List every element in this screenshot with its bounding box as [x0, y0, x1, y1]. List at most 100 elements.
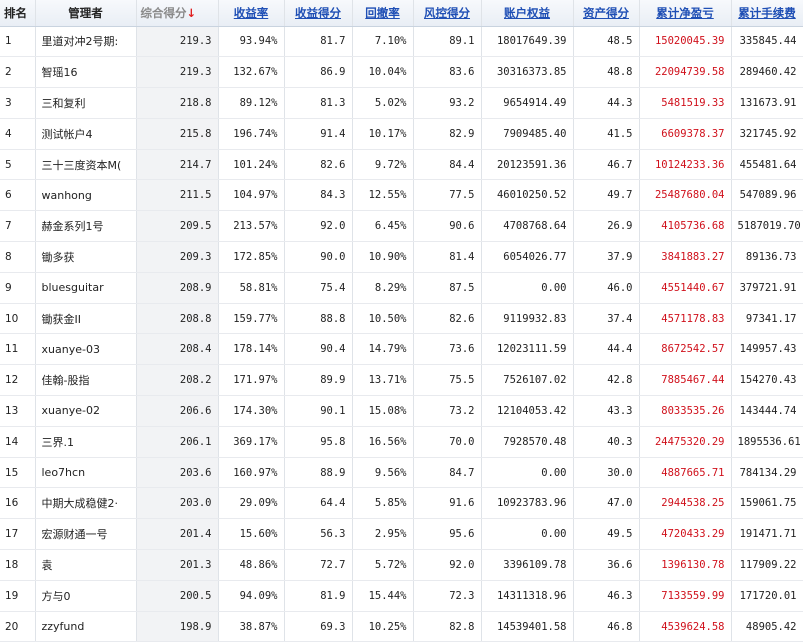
cell-manager[interactable]: 三界.1 — [35, 426, 137, 458]
cell-cum-fee: 379721.91 — [731, 272, 803, 304]
table-header: 排名 管理者 综合得分↓ 收益率 收益得分 回撤率 风控得分 账户权益 资产得分… — [0, 0, 803, 27]
cell-manager[interactable]: 佳翰-股指 — [35, 364, 137, 397]
cell-composite-score: 208.2 — [136, 364, 219, 397]
cell-manager[interactable]: 锄多获 — [35, 241, 137, 273]
cell-return-score: 82.6 — [284, 149, 353, 181]
cell-risk-score: 73.6 — [413, 333, 482, 366]
cell-account-equity: 6054026.77 — [481, 241, 574, 273]
cell-risk-score: 91.6 — [413, 487, 482, 520]
cell-return-score: 81.9 — [284, 580, 353, 612]
cell-rank: 17 — [0, 518, 36, 551]
cell-risk-score: 87.5 — [413, 272, 482, 304]
cell-cum-pnl: 4105736.68 — [639, 210, 732, 243]
cell-cum-fee: 321745.92 — [731, 118, 803, 150]
header-cum-pnl[interactable]: 累计净盈亏 — [639, 0, 732, 27]
cell-composite-score: 200.5 — [136, 580, 219, 612]
cell-cum-pnl: 2944538.25 — [639, 487, 732, 520]
cell-manager[interactable]: 智瑶16 — [35, 56, 137, 89]
cell-manager[interactable]: 中期大成稳健2· — [35, 487, 137, 520]
cell-return-rate: 29.09% — [218, 487, 285, 520]
table-row: 6 wanhong 211.5 104.97% 84.3 12.55% 77.5 460102… — [0, 179, 803, 212]
cell-cum-pnl: 3841883.27 — [639, 241, 732, 273]
cell-cum-fee: 131673.91 — [731, 87, 803, 119]
header-cum-fee[interactable]: 累计手续费 — [731, 0, 803, 27]
table-row: 5 三十三度资本M(214.7 101.24% 82.6 9.72% 84.4 201235… — [0, 149, 803, 181]
cell-risk-score: 83.6 — [413, 56, 482, 89]
cell-risk-score: 81.4 — [413, 241, 482, 273]
cell-manager[interactable]: leo7hcn — [35, 457, 137, 489]
cell-asset-score: 37.4 — [573, 303, 640, 335]
cell-account-equity: 0.00 — [481, 457, 574, 489]
table-row: 1 里道对冲2号期: 219.3 93.94% 81.7 7.10% 89.1 1801764… — [0, 26, 803, 58]
header-return-rate[interactable]: 收益率 — [218, 0, 285, 27]
cell-manager[interactable]: 赫金系列1号 — [35, 210, 137, 243]
cell-manager[interactable]: zzyfund — [35, 611, 137, 643]
cell-manager[interactable]: wanhong — [35, 179, 137, 212]
header-account-equity[interactable]: 账户权益 — [481, 0, 574, 27]
header-drawdown[interactable]: 回撤率 — [352, 0, 414, 27]
cell-cum-fee: 89136.73 — [731, 241, 803, 273]
cell-return-score: 89.9 — [284, 364, 353, 397]
cell-manager[interactable]: 袁 — [35, 549, 137, 581]
cell-composite-score: 209.3 — [136, 241, 219, 273]
table-row: 16 中期大成稳健2· 203.0 29.09% 64.4 5.85% 91.6 109237… — [0, 487, 803, 520]
cell-manager[interactable]: 锄获金II — [35, 303, 137, 335]
cell-risk-score: 84.7 — [413, 457, 482, 489]
cell-risk-score: 93.2 — [413, 87, 482, 119]
table-row: 12 佳翰-股指 208.2 171.97% 89.9 13.71% 75.5 7526107… — [0, 364, 803, 397]
cell-cum-fee: 5187019.70 — [731, 210, 803, 243]
header-manager: 管理者 — [35, 0, 137, 27]
cell-return-rate: 104.97% — [218, 179, 285, 212]
cell-return-score: 81.7 — [284, 26, 353, 58]
header-composite-score[interactable]: 综合得分↓ — [136, 0, 219, 27]
cell-risk-score: 70.0 — [413, 426, 482, 458]
cell-risk-score: 73.2 — [413, 395, 482, 427]
cell-asset-score: 37.9 — [573, 241, 640, 273]
header-risk-score[interactable]: 风控得分 — [413, 0, 482, 27]
cell-return-rate: 101.24% — [218, 149, 285, 181]
cell-risk-score: 92.0 — [413, 549, 482, 581]
cell-cum-pnl: 7133559.99 — [639, 580, 732, 612]
cell-return-rate: 93.94% — [218, 26, 285, 58]
cell-manager[interactable]: 三十三度资本M( — [35, 149, 137, 181]
cell-manager[interactable]: 三和复利 — [35, 87, 137, 119]
cell-cum-fee: 289460.42 — [731, 56, 803, 89]
header-return-score[interactable]: 收益得分 — [284, 0, 353, 27]
table-body: 1 里道对冲2号期: 219.3 93.94% 81.7 7.10% 89.1 1801764… — [0, 26, 803, 643]
cell-manager[interactable]: 方与0 — [35, 580, 137, 612]
cell-rank: 7 — [0, 210, 36, 243]
cell-asset-score: 46.3 — [573, 580, 640, 612]
cell-drawdown: 9.56% — [352, 457, 414, 489]
cell-manager[interactable]: xuanye-02 — [35, 395, 137, 427]
cell-account-equity: 20123591.36 — [481, 149, 574, 181]
cell-return-rate: 171.97% — [218, 364, 285, 397]
table-row: 2 智瑶16 219.3 132.67% 86.9 10.04% 83.6 30316373.… — [0, 56, 803, 89]
cell-composite-score: 203.6 — [136, 457, 219, 489]
cell-composite-score: 201.4 — [136, 518, 219, 551]
cell-manager[interactable]: xuanye-03 — [35, 333, 137, 366]
header-asset-score[interactable]: 资产得分 — [573, 0, 640, 27]
cell-account-equity: 7909485.40 — [481, 118, 574, 150]
cell-rank: 14 — [0, 426, 36, 458]
cell-asset-score: 46.8 — [573, 611, 640, 643]
table-row: 13 xuanye-02 206.6 174.30% 90.1 15.08% 73.2 121… — [0, 395, 803, 427]
cell-cum-pnl: 25487680.04 — [639, 179, 732, 212]
cell-account-equity: 30316373.85 — [481, 56, 574, 89]
cell-return-rate: 196.74% — [218, 118, 285, 150]
cell-rank: 9 — [0, 272, 36, 304]
cell-manager[interactable]: bluesguitar — [35, 272, 137, 304]
cell-composite-score: 214.7 — [136, 149, 219, 181]
cell-return-score: 88.8 — [284, 303, 353, 335]
cell-account-equity: 18017649.39 — [481, 26, 574, 58]
cell-manager[interactable]: 里道对冲2号期: — [35, 26, 137, 58]
cell-manager[interactable]: 宏源财通一号 — [35, 518, 137, 551]
cell-drawdown: 5.72% — [352, 549, 414, 581]
table-row: 8 锄多获 209.3 172.85% 90.0 10.90% 81.4 6054026.77… — [0, 241, 803, 273]
cell-manager[interactable]: 测试帐户4 — [35, 118, 137, 150]
cell-return-rate: 89.12% — [218, 87, 285, 119]
table-row: 20 zzyfund 198.9 38.87% 69.3 10.25% 82.8 145394… — [0, 611, 803, 643]
table-row: 11 xuanye-03 208.4 178.14% 90.4 14.79% 73.6 120… — [0, 333, 803, 366]
cell-risk-score: 90.6 — [413, 210, 482, 243]
cell-account-equity: 7526107.02 — [481, 364, 574, 397]
cell-rank: 3 — [0, 87, 36, 119]
